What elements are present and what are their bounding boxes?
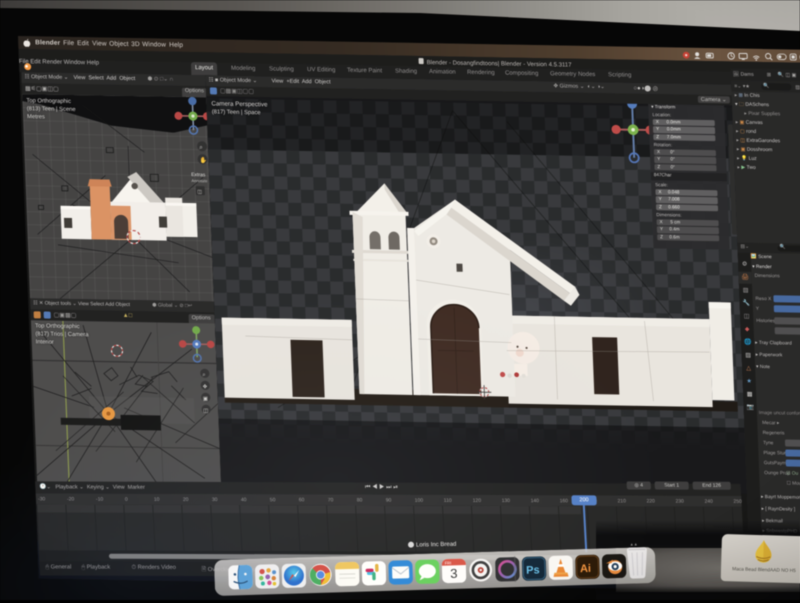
svg-text:FRI: FRI xyxy=(445,560,452,565)
svg-text:Annotate: Annotate xyxy=(191,178,208,183)
svg-text:⌕: ⌕ xyxy=(199,144,203,151)
svg-text:Ai: Ai xyxy=(580,563,591,575)
svg-text:✋: ✋ xyxy=(199,156,207,164)
svg-text:Ps: Ps xyxy=(526,564,540,576)
svg-text:▲▲: ▲▲ xyxy=(630,541,638,546)
svg-text:◫: ◫ xyxy=(197,189,202,195)
svg-text:✥: ✥ xyxy=(203,383,208,390)
svg-text:⌕: ⌕ xyxy=(202,372,206,378)
svg-text:3: 3 xyxy=(450,566,458,581)
